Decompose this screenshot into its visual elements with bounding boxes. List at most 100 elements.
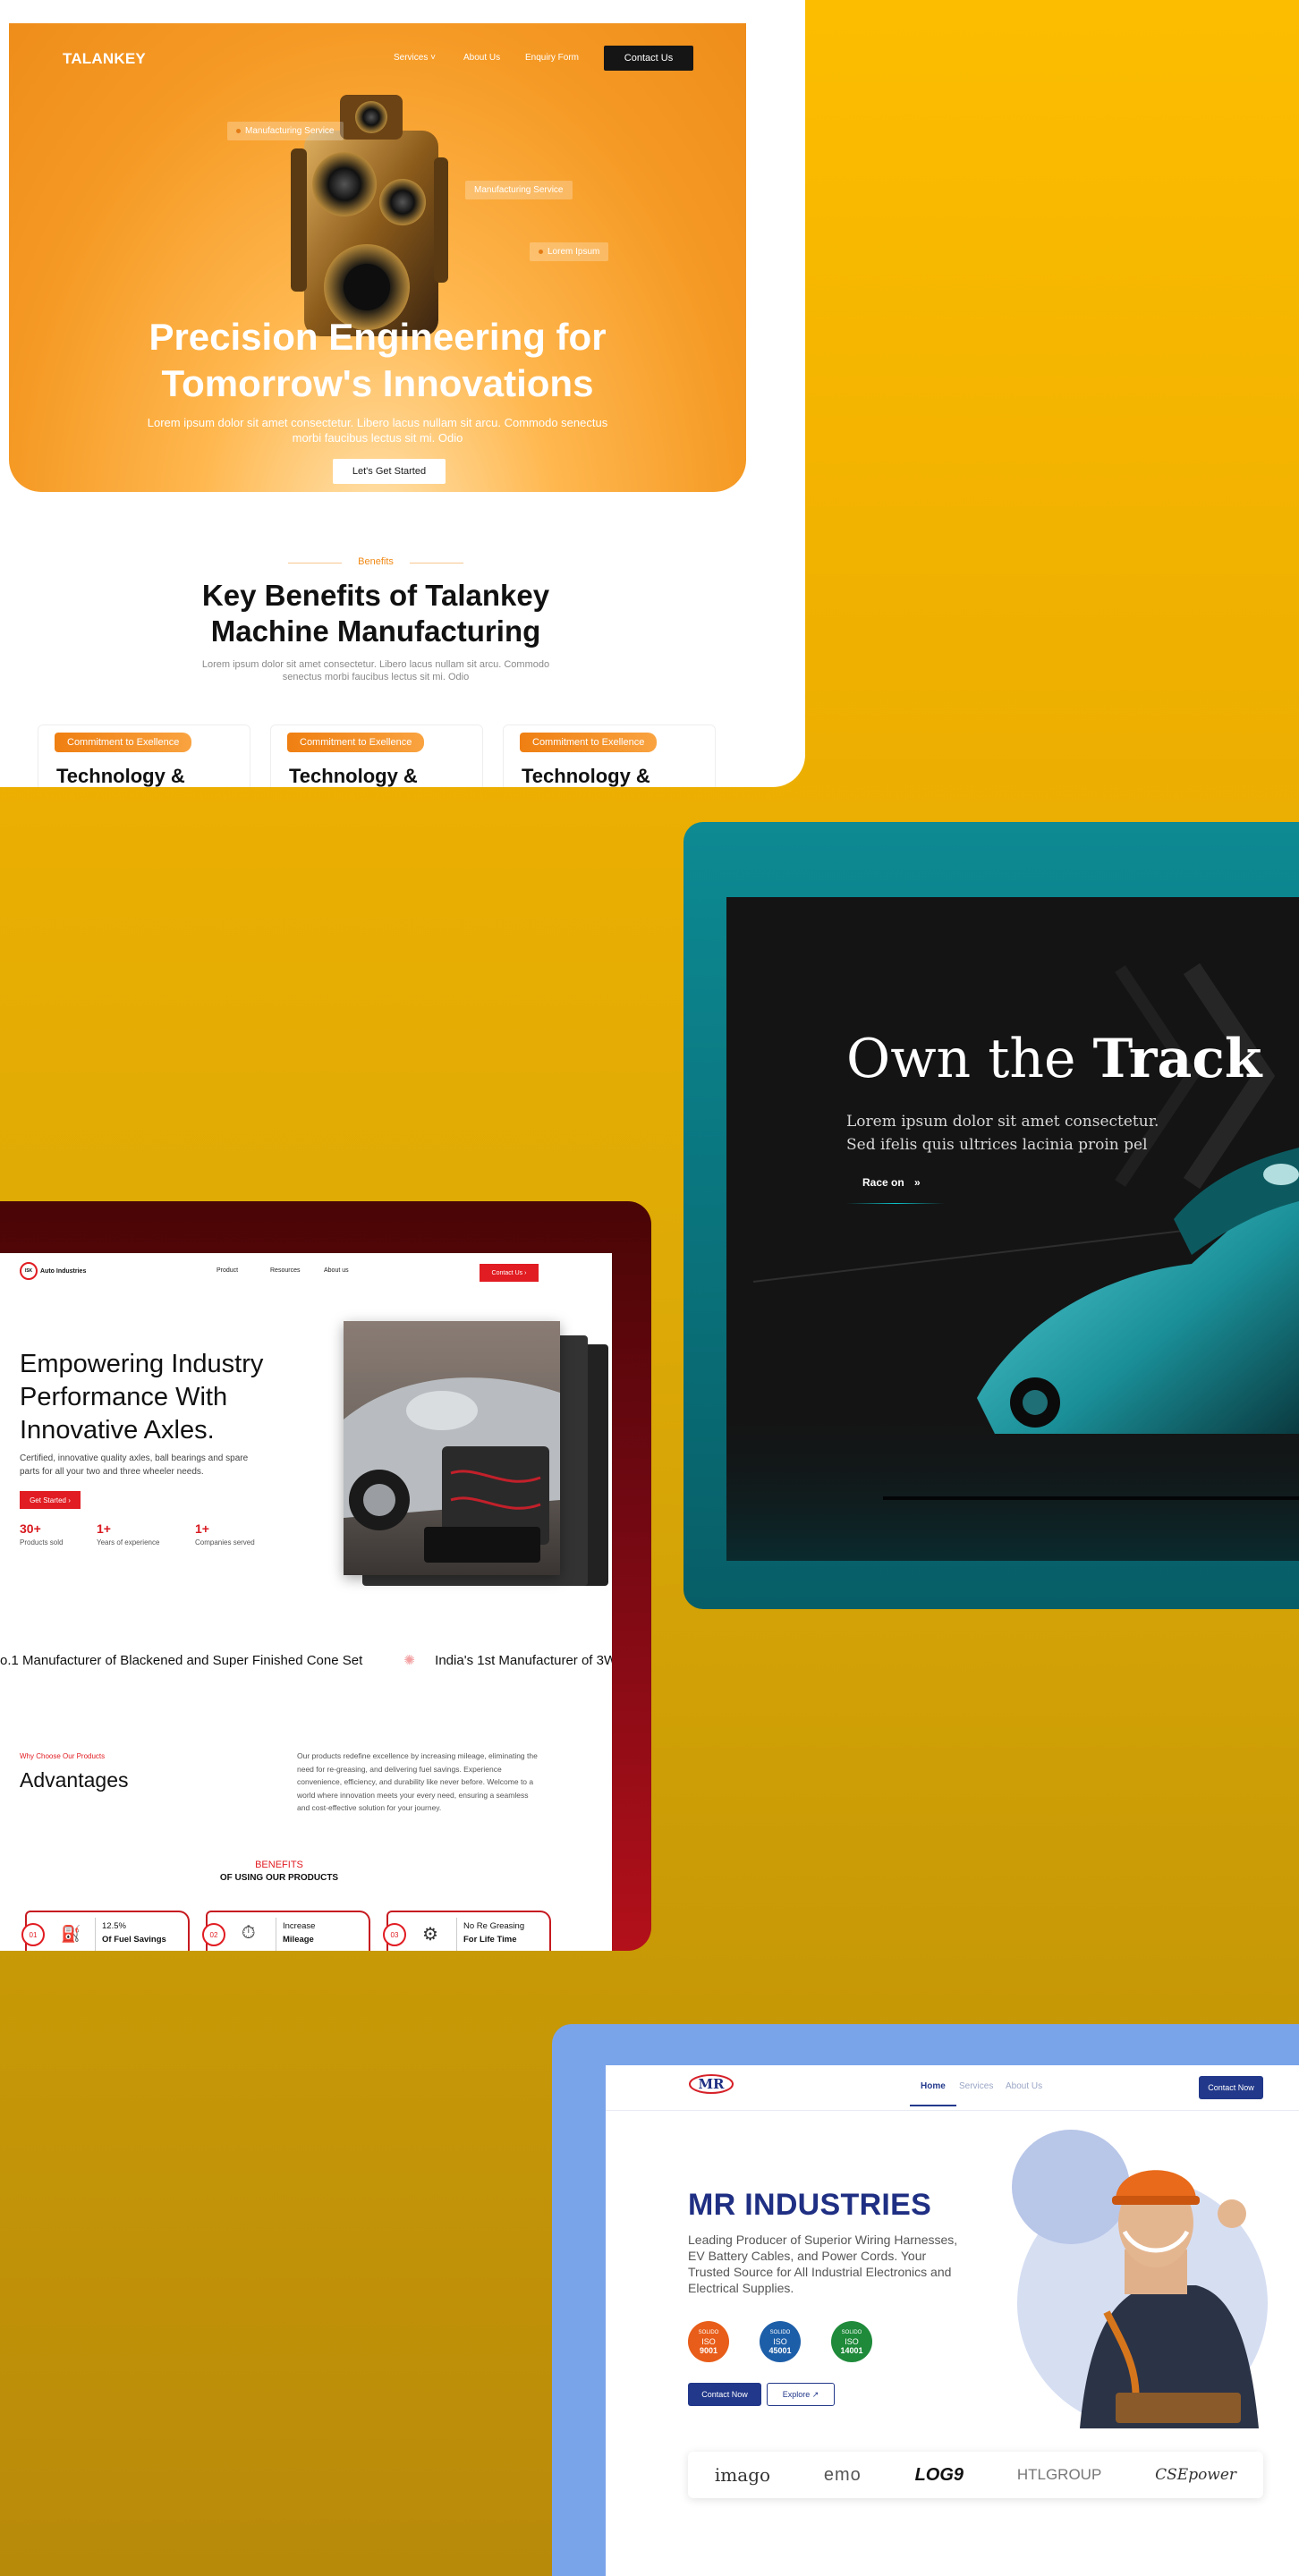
- benefit-title: Technology &: [289, 765, 418, 787]
- nav-about[interactable]: About Us: [1006, 2081, 1042, 2091]
- stat-number: 30+: [20, 1521, 41, 1536]
- svg-text:MR: MR: [698, 2076, 725, 2092]
- stat-label: Years of experience: [97, 1538, 160, 1546]
- nav-resources[interactable]: Resources: [270, 1267, 300, 1274]
- benefits-heading: BENEFITS: [255, 1860, 303, 1870]
- why-eyebrow: Why Choose Our Products: [20, 1752, 106, 1760]
- benefit-card[interactable]: Commitment to Exellence Technology &: [270, 724, 483, 787]
- worker-illustration: [1012, 2130, 1268, 2428]
- get-started-button[interactable]: Get Started ›: [20, 1491, 81, 1509]
- talankey-hero: TALANKEY Services ˅ About Us Enquiry For…: [9, 23, 746, 492]
- stat-label: Companies served: [195, 1538, 255, 1546]
- track-hero: Own the Track Lorem ipsum dolor sit amet…: [726, 897, 1299, 1561]
- arrow-up-right-icon: ↗: [811, 2389, 819, 2399]
- chevron-down-icon: ˅: [430, 53, 436, 63]
- benefit-tag: Commitment to Exellence: [287, 733, 425, 752]
- nav-services[interactable]: Services ˅: [394, 53, 436, 63]
- fuel-pump-icon: ⛽: [61, 1925, 81, 1943]
- isk-logo-icon: ISK: [20, 1262, 38, 1280]
- contact-button[interactable]: Contact Now: [1199, 2076, 1263, 2099]
- advantages-title: Advantages: [20, 1768, 129, 1792]
- track-title: Own the Track: [846, 1028, 1262, 1090]
- contact-button[interactable]: Contact Us: [604, 46, 693, 71]
- benefit-number: 03: [383, 1923, 406, 1946]
- nav-enquiry[interactable]: Enquiry Form: [525, 53, 579, 63]
- car-engine-photo: [344, 1321, 560, 1575]
- nav-active-indicator: [910, 2105, 956, 2106]
- stat-number: 1+: [195, 1521, 209, 1536]
- benefit-card[interactable]: 01 ⛽ 12.5% Of Fuel Savings: [21, 1911, 190, 1951]
- get-started-button[interactable]: Let's Get Started: [333, 459, 446, 484]
- service-pill: Lorem Ipsum: [530, 242, 609, 261]
- brand-logo: LOG9: [914, 2464, 964, 2485]
- stat-label: Products sold: [20, 1538, 64, 1546]
- race-car-illustration: [726, 962, 1299, 1561]
- mr-industries-page: MR Home Services About Us Contact Now MR…: [606, 2065, 1299, 2576]
- hero-title: Precision Engineering for Tomorrow's Inno…: [149, 316, 607, 404]
- benefit-number: 02: [202, 1923, 225, 1946]
- talankey-card: TALANKEY Services ˅ About Us Enquiry For…: [0, 0, 805, 787]
- hero-subtitle: Lorem ipsum dolor sit amet consectetur. …: [147, 416, 608, 445]
- benefit-title: Technology &: [522, 765, 650, 787]
- benefits-subheading: OF USING OUR PRODUCTS: [219, 1873, 339, 1883]
- advantages-text: Our products redefine excellence by incr…: [297, 1751, 538, 1812]
- benefit-text: No Re Greasing For Life Time: [463, 1921, 525, 1945]
- track-card: Own the Track Lorem ipsum dolor sit amet…: [683, 822, 1299, 1609]
- talankey-logo[interactable]: TALANKEY: [63, 50, 146, 68]
- speedometer-icon: ⏱: [242, 1923, 256, 1943]
- auto-industries-page: ISK Auto Industries Product Resources Ab…: [0, 1253, 612, 1951]
- nav-about[interactable]: About us: [324, 1267, 349, 1274]
- hero-title: Empowering Industry Performance With Inn…: [20, 1350, 264, 1445]
- divider: [410, 563, 463, 564]
- benefit-text: 12.5% Of Fuel Savings: [102, 1921, 166, 1945]
- benefit-text: Increase Mileage: [283, 1921, 316, 1945]
- brand-logo: CSEpower: [1155, 2466, 1237, 2484]
- hero-subtitle: Leading Producer of Superior Wiring Harn…: [688, 2233, 958, 2295]
- track-subtitle: Lorem ipsum dolor sit amet consectetur. …: [846, 1113, 1159, 1154]
- service-pill: Manufacturing Service: [465, 181, 573, 199]
- benefits-title: Key Benefits of Talankey Machine Manufact…: [201, 579, 550, 648]
- auto-industries-card: ISK Auto Industries Product Resources Ab…: [0, 1201, 651, 1951]
- benefit-card[interactable]: Commitment to Exellence Technology &: [38, 724, 250, 787]
- gears-icon: ⚙: [422, 1925, 438, 1945]
- client-logos-strip: imago emo LOG9 HTLGROUP CSEpower: [688, 2452, 1263, 2498]
- explore-button[interactable]: Explore ↗: [767, 2383, 835, 2406]
- brand-logo: HTLGROUP: [1016, 2466, 1102, 2483]
- mr-industries-card: MR Home Services About Us Contact Now MR…: [552, 2024, 1299, 2576]
- nav-home[interactable]: Home: [921, 2081, 946, 2091]
- benefits-eyebrow: Benefits: [358, 556, 394, 567]
- marquee-strip: o.1 Manufacturer of Blackened and Super …: [0, 1653, 612, 1668]
- contact-now-button[interactable]: Contact Now: [688, 2383, 761, 2406]
- benefit-title: Technology &: [56, 765, 185, 787]
- divider: [95, 1918, 96, 1951]
- contact-button[interactable]: Contact Us ›: [480, 1264, 539, 1282]
- benefit-card[interactable]: 02 ⏱ Increase Mileage: [202, 1911, 370, 1951]
- hero-subtitle: Certified, innovative quality axles, bal…: [20, 1453, 249, 1477]
- isk-logo[interactable]: ISK Auto Industries: [20, 1262, 86, 1280]
- iso-45001-badge: SOLIDO ISO 45001: [760, 2321, 801, 2362]
- race-on-button[interactable]: Race on »: [862, 1176, 921, 1189]
- stat-number: 1+: [97, 1521, 111, 1536]
- iso-14001-badge: SOLIDO ISO 14001: [831, 2321, 872, 2362]
- chevron-right-icon: ›: [524, 1269, 527, 1276]
- service-pill: Manufacturing Service: [227, 122, 344, 140]
- brand-logo: emo: [823, 2464, 862, 2485]
- dot-icon: [539, 249, 543, 254]
- dot-icon: [236, 128, 241, 133]
- nav-about[interactable]: About Us: [463, 53, 500, 63]
- button-underline: [846, 1203, 945, 1204]
- star-icon: ✺: [403, 1653, 415, 1668]
- benefit-card[interactable]: 03 ⚙ No Re Greasing For Life Time: [383, 1911, 551, 1951]
- divider: [456, 1918, 457, 1951]
- benefit-tag: Commitment to Exellence: [55, 733, 192, 752]
- chevron-right-icon: ›: [68, 1496, 71, 1504]
- benefit-tag: Commitment to Exellence: [520, 733, 658, 752]
- benefit-card[interactable]: Commitment to Exellence Technology &: [503, 724, 716, 787]
- nav-services[interactable]: Services: [959, 2081, 993, 2091]
- nav-product[interactable]: Product: [216, 1267, 238, 1274]
- double-chevron-right-icon: »: [914, 1176, 921, 1189]
- benefit-number: 01: [21, 1923, 45, 1946]
- mr-logo[interactable]: MR: [688, 2071, 734, 2097]
- iso-9001-badge: SOLIDO ISO 9001: [688, 2321, 729, 2362]
- brand-logo: imago: [714, 2464, 771, 2486]
